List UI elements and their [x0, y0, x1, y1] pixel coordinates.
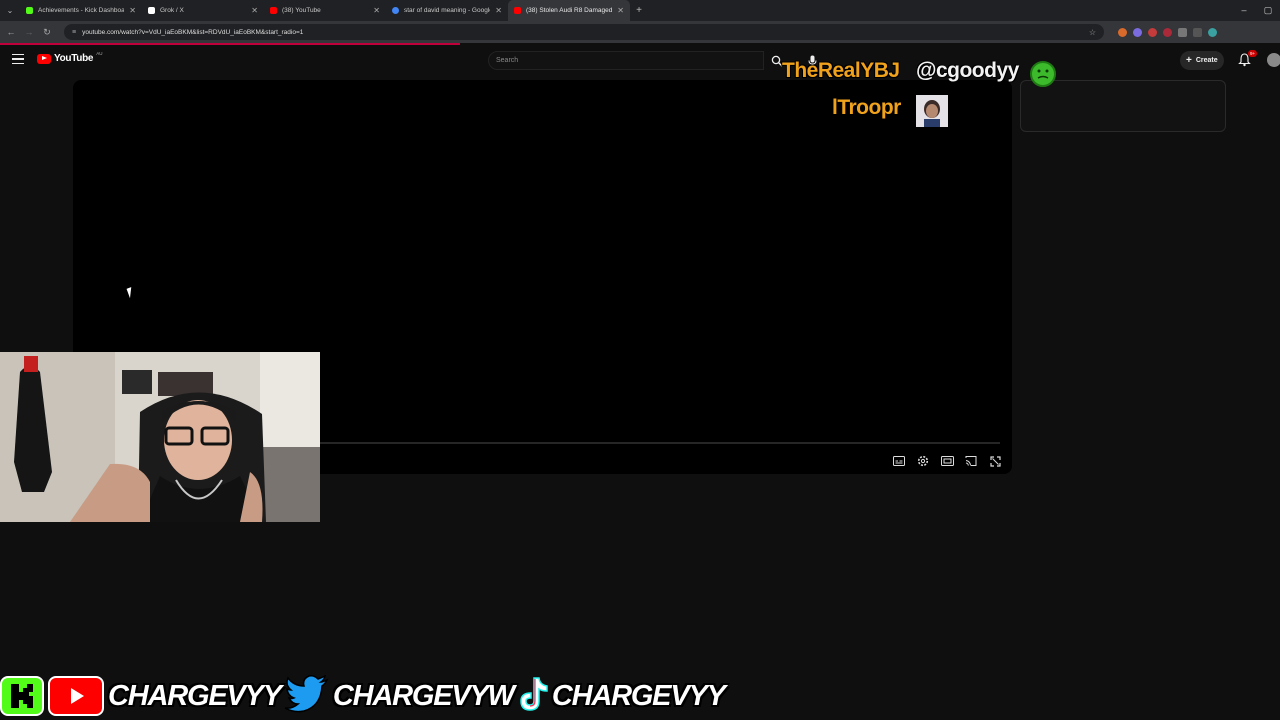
notification-badge: 9+: [1248, 50, 1258, 57]
browser-tab[interactable]: Grok / X ✕: [142, 0, 264, 21]
theater-mode-icon[interactable]: [940, 454, 954, 468]
screen: ⌄ Achievements - Kick Dashboard ✕ Grok /…: [0, 0, 1280, 720]
account-avatar[interactable]: [1267, 53, 1280, 67]
tab-title: (38) Stolen Audi R8 Damaged: [526, 7, 613, 14]
site-info-icon[interactable]: ≡: [72, 29, 76, 36]
extensions-bar: [1118, 27, 1217, 37]
create-button[interactable]: + Create: [1180, 51, 1224, 70]
twitter-handle: CHARGEVYW: [332, 679, 515, 712]
reload-icon[interactable]: ↻: [40, 25, 54, 39]
back-icon[interactable]: ←: [4, 25, 18, 39]
fullscreen-icon[interactable]: [988, 454, 1002, 468]
youtube-logo[interactable]: YouTube AU: [37, 51, 103, 64]
new-tab-button[interactable]: +: [630, 5, 648, 16]
player-controls: [892, 454, 1002, 468]
youtube-favicon-icon: [514, 7, 521, 14]
youtube-logo-icon: [48, 676, 104, 716]
overlay-profile-picture: [916, 95, 948, 127]
sick-emoji-icon: [1030, 61, 1056, 87]
sidebar-placeholder-card: [1020, 80, 1226, 132]
extension-icon[interactable]: [1163, 27, 1172, 37]
kick-favicon-icon: [26, 7, 33, 14]
subtitles-icon[interactable]: [892, 454, 906, 468]
close-tab-icon[interactable]: ✕: [495, 6, 502, 15]
overlay-handle: @cgoodyy: [916, 59, 1019, 82]
close-tab-icon[interactable]: ✕: [373, 6, 380, 15]
tab-title: Achievements - Kick Dashboard: [38, 7, 125, 14]
hamburger-menu-icon[interactable]: [12, 54, 24, 64]
twitter-bird-icon: [284, 674, 329, 718]
browser-tab[interactable]: (38) YouTube ✕: [264, 0, 386, 21]
tab-title: (38) YouTube: [282, 7, 321, 14]
puzzle-icon[interactable]: [1178, 27, 1187, 37]
browser-tab[interactable]: Achievements - Kick Dashboard ✕: [20, 0, 142, 21]
browser-tab-strip: ⌄ Achievements - Kick Dashboard ✕ Grok /…: [0, 0, 1280, 21]
search-input[interactable]: Search: [488, 51, 764, 70]
menu-icon[interactable]: [1193, 27, 1202, 37]
youtube-handle: CHARGEVYY: [108, 679, 282, 712]
x-favicon-icon: [148, 7, 155, 14]
url-text: youtube.com/watch?v=VdU_iaEoBKM&list=RDV…: [82, 28, 304, 36]
search-placeholder: Search: [496, 57, 519, 64]
window-controls: – ▢: [1232, 0, 1280, 21]
browser-tab-active[interactable]: (38) Stolen Audi R8 Damaged ✕: [508, 0, 630, 21]
extension-icon[interactable]: [1118, 27, 1127, 37]
create-label: Create: [1195, 57, 1218, 64]
tab-search-icon[interactable]: ⌄: [0, 0, 20, 21]
forward-icon[interactable]: →: [22, 25, 36, 39]
webcam-image: [0, 352, 320, 522]
close-tab-icon[interactable]: ✕: [617, 6, 624, 15]
close-tab-icon[interactable]: ✕: [251, 6, 258, 15]
youtube-wordmark: YouTube: [54, 53, 94, 64]
address-bar[interactable]: ≡ youtube.com/watch?v=VdU_iaEoBKM&list=R…: [64, 24, 1104, 40]
overlay-viewer-name: TheRealYBJ: [782, 59, 900, 82]
youtube-favicon-icon: [270, 7, 277, 14]
close-tab-icon[interactable]: ✕: [129, 6, 136, 15]
bookmark-star-icon[interactable]: ☆: [1089, 28, 1096, 37]
extension-icon[interactable]: [1133, 27, 1142, 37]
plus-icon: +: [1186, 55, 1192, 66]
browser-toolbar: ← → ↻ ≡ youtube.com/watch?v=VdU_iaEoBKM&…: [0, 21, 1280, 43]
browser-tab[interactable]: star of david meaning - Google ✕: [386, 0, 508, 21]
tab-title: Grok / X: [160, 7, 184, 14]
tiktok-handle: CHARGEVYY: [551, 679, 726, 712]
profile-icon[interactable]: [1208, 27, 1217, 37]
webcam-feed: [0, 352, 320, 522]
maximize-icon[interactable]: ▢: [1256, 0, 1280, 21]
youtube-play-icon: [37, 53, 51, 64]
kick-logo-icon: [0, 676, 44, 716]
overlay-viewer-name: lTroopr: [832, 96, 901, 119]
tab-title: star of david meaning - Google: [404, 7, 491, 14]
cast-icon[interactable]: [964, 454, 978, 468]
extension-icon[interactable]: [1148, 27, 1157, 37]
google-favicon-icon: [392, 7, 399, 14]
minimize-icon[interactable]: –: [1232, 0, 1256, 21]
country-code: AU: [96, 51, 103, 56]
socials-bar: CHARGEVYY CHARGEVYW CHARGEVYY: [0, 674, 726, 718]
youtube-header: YouTube AU Search + Create 9+: [0, 45, 1280, 75]
tiktok-logo-icon: [518, 676, 548, 717]
settings-gear-icon[interactable]: [916, 454, 930, 468]
